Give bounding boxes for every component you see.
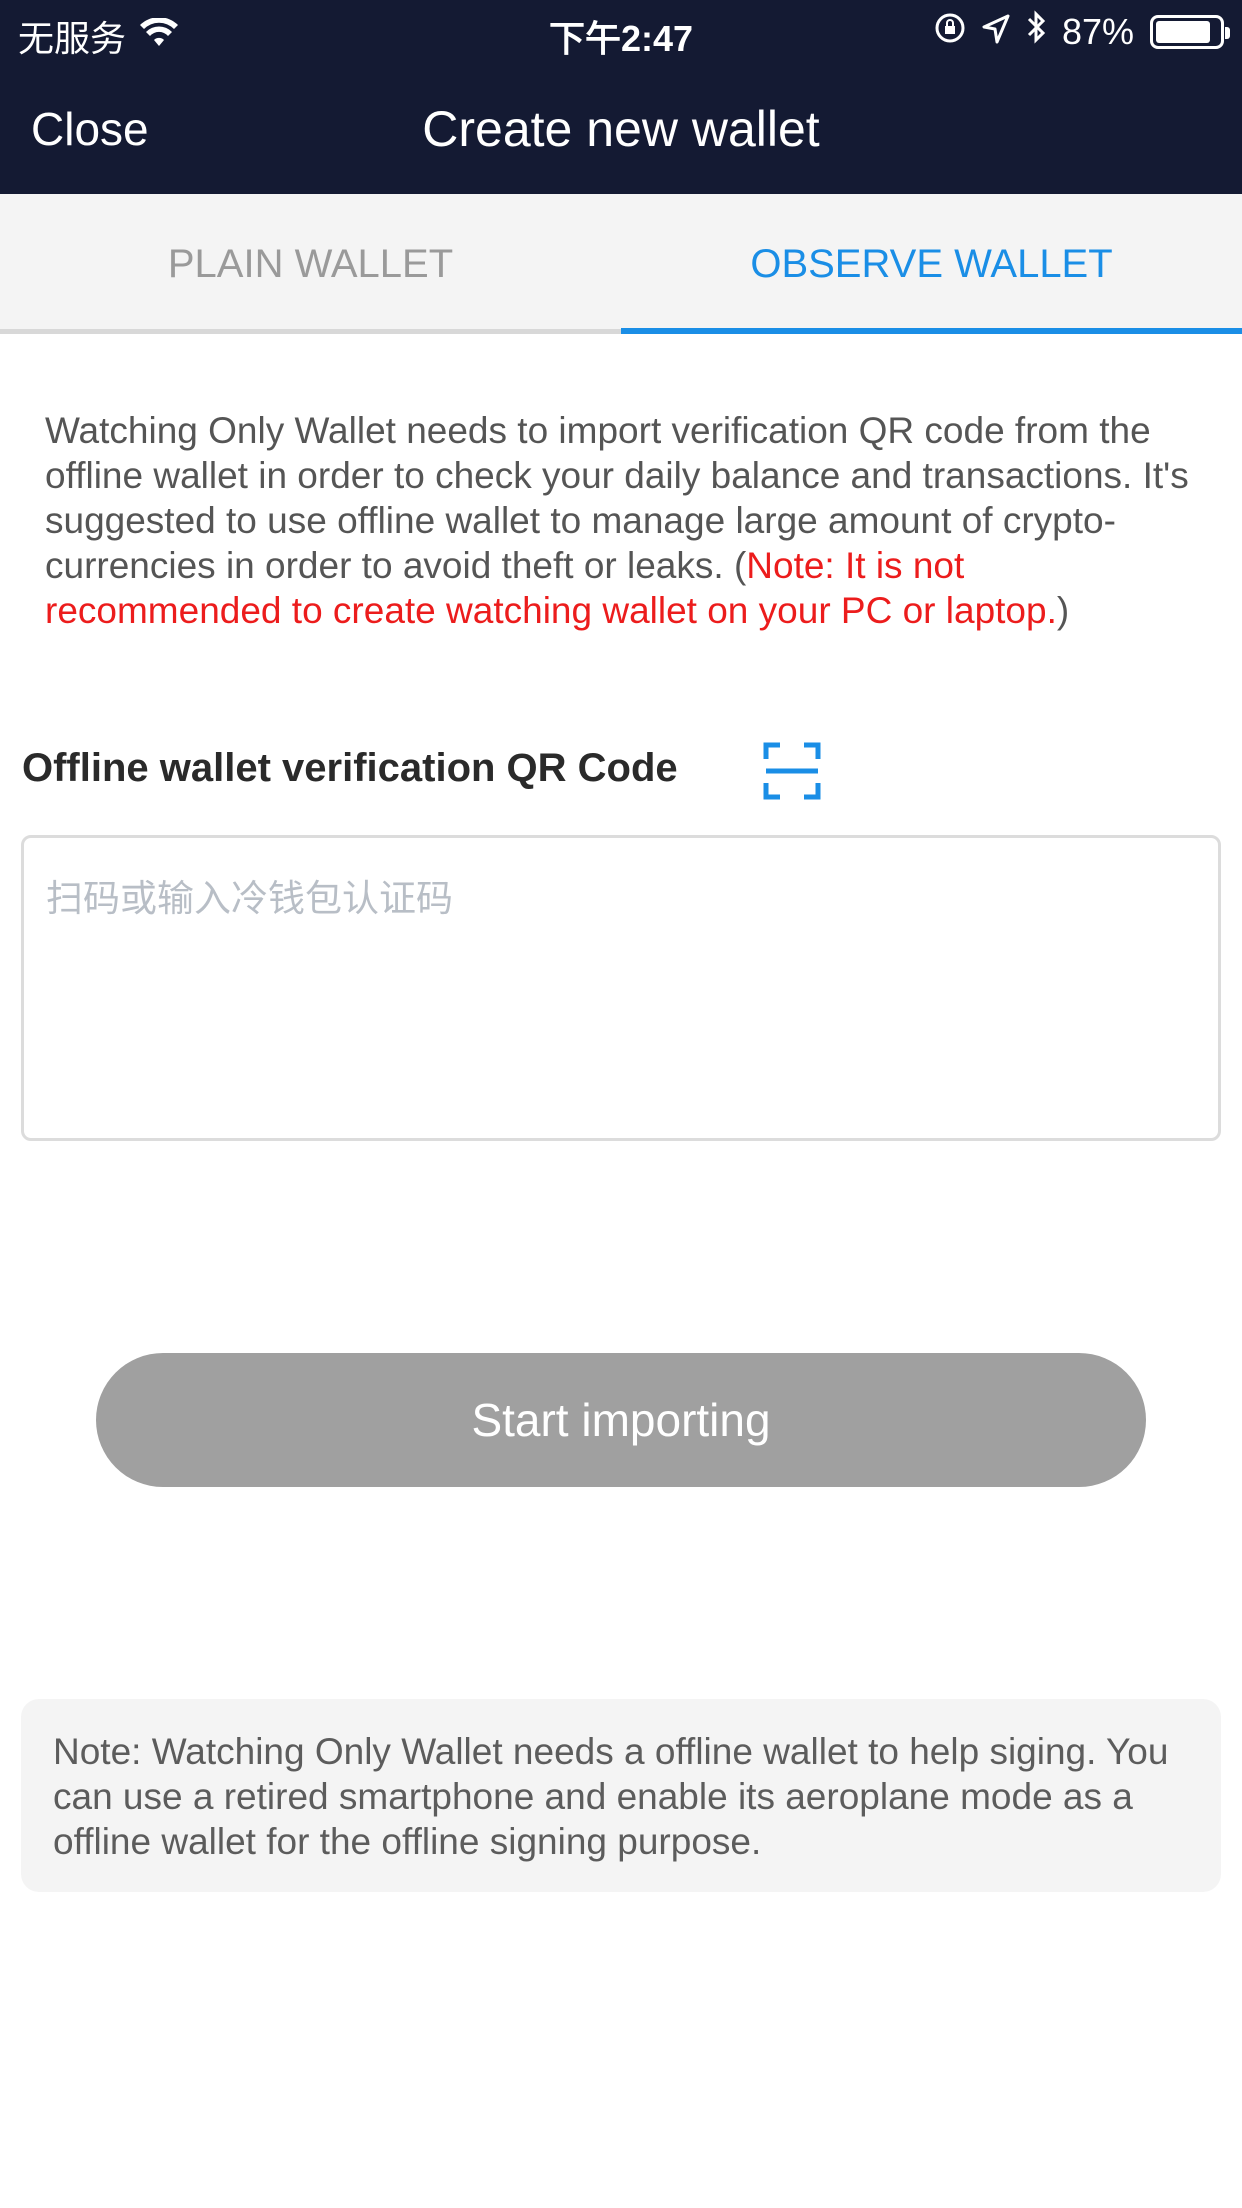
battery-percent: 87% (1061, 10, 1134, 52)
description-close-paren: ) (1056, 590, 1070, 631)
page-title: Create new wallet (422, 101, 820, 157)
qr-field-label: Offline wallet verification QR Code (22, 746, 678, 790)
status-bar: 无服务 下午2:47 87% (0, 0, 1242, 62)
location-icon (982, 11, 1010, 53)
battery-fill (1156, 20, 1210, 43)
description-body: Watching Only Wallet needs to import ver… (45, 410, 1189, 586)
start-importing-button[interactable]: Start importing (96, 1353, 1146, 1487)
footer-note: Note: Watching Only Wallet needs a offli… (21, 1699, 1221, 1892)
top-bar: 无服务 下午2:47 87% Close Create new wallet (0, 0, 1242, 194)
description-text: Watching Only Wallet needs to import ver… (45, 408, 1205, 633)
nav-bar: Close Create new wallet (0, 62, 1242, 194)
rotation-lock-icon (934, 11, 966, 53)
bluetooth-icon (1026, 10, 1046, 53)
scan-qr-icon[interactable] (763, 742, 821, 800)
status-right-group: 87% (934, 10, 1230, 53)
tab-plain-wallet[interactable]: PLAIN WALLET (0, 194, 621, 334)
wallet-type-tabs: PLAIN WALLET OBSERVE WALLET (0, 194, 1242, 334)
qr-code-input[interactable] (21, 835, 1221, 1141)
tab-observe-wallet[interactable]: OBSERVE WALLET (621, 194, 1242, 334)
battery-icon (1150, 14, 1230, 49)
